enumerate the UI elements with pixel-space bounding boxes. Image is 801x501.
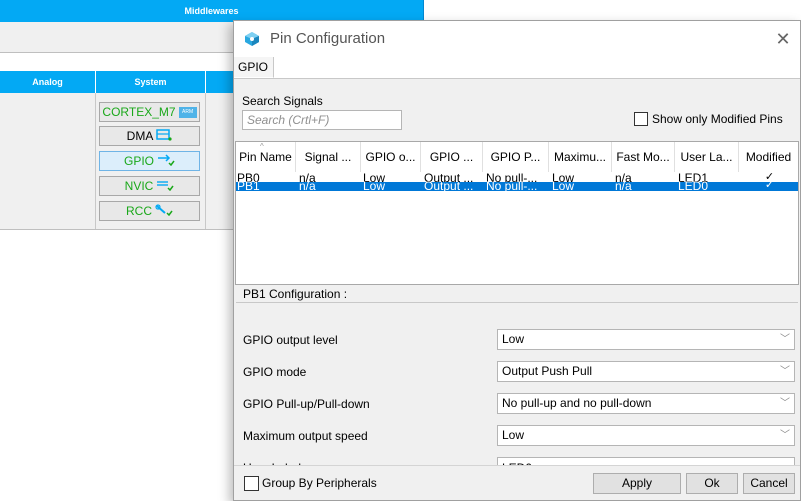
dialog-title-bar[interactable]: Pin Configuration ✕ [234,21,800,57]
column-header-fast-mode[interactable]: Fast Mo... [612,142,675,172]
max-output-speed-select[interactable]: Low ﹀ [497,425,795,446]
category-tab-system[interactable]: System [96,71,206,93]
column-header-pin-name[interactable]: Pin Name [236,142,296,172]
system-item-label: RCC [126,204,152,218]
category-tab-analog[interactable]: Analog [0,71,96,93]
gpio-output-level-label: GPIO output level [243,333,338,347]
max-output-speed-label: Maximum output speed [243,429,368,443]
table-cell: LED0 [678,179,709,191]
gpio-mode-select[interactable]: Output Push Pull ﹀ [497,361,795,382]
max-output-speed-value: Low [502,428,525,442]
gpio-mode-label: GPIO mode [243,365,307,379]
gpio-output-level-select[interactable]: Low ﹀ [497,329,795,350]
config-section-title: PB1 Configuration : [243,287,348,301]
group-by-peripherals-label: Group By Peripherals [262,476,377,490]
table-cell: Output ... [424,179,474,191]
config-divider [236,302,798,303]
table-cell: Low [552,179,575,191]
column-header-max-speed[interactable]: Maximu... [549,142,612,172]
system-item-dma[interactable]: DMA [99,126,200,146]
column-header-modified[interactable]: Modified [739,142,798,172]
nvic-icon [156,179,174,194]
tab-gpio[interactable]: GPIO [234,57,274,78]
table-header: ^ Pin Name Signal ... GPIO o... GPIO ...… [236,142,798,172]
search-signals-label: Search Signals [242,94,323,108]
table-cell: n/a [299,179,316,191]
system-item-label: DMA [126,129,154,143]
system-item-label: GPIO [123,154,154,168]
search-input[interactable] [242,110,402,130]
system-item-label: CORTEX_M7 [102,105,176,119]
system-item-label: NVIC [124,179,154,193]
rcc-icon [155,203,173,219]
chevron-down-icon: ﹀ [780,430,790,441]
dialog-button-bar: Group By Peripherals Apply Ok Cancel [234,465,800,500]
system-item-gpio[interactable]: GPIO [99,151,200,171]
category-tab-next[interactable] [206,71,235,93]
panel-divider [95,93,96,229]
panel-divider [205,93,206,229]
pin-configuration-dialog: Pin Configuration ✕ GPIO Search Signals … [233,20,801,501]
table-cell: n/a [615,179,632,191]
gpio-pull-label: GPIO Pull-up/Pull-down [243,397,370,411]
chevron-down-icon: ﹀ [780,366,790,377]
column-header-user-label[interactable]: User La... [675,142,739,172]
modified-check-icon: ✓ [764,179,775,191]
chevron-down-icon: ﹀ [780,334,790,345]
dialog-content: Search Signals Show only Modified Pins ^… [234,79,800,478]
gpio-pull-value: No pull-up and no pull-down [502,396,652,410]
column-header-signal[interactable]: Signal ... [296,142,361,172]
system-item-nvic[interactable]: NVIC [99,176,200,196]
apply-button[interactable]: Apply [593,473,681,494]
show-modified-label: Show only Modified Pins [652,112,783,126]
table-cell: Low [363,179,386,191]
chevron-down-icon: ﹀ [780,398,790,409]
dialog-title: Pin Configuration [270,30,386,47]
ok-button[interactable]: Ok [686,473,738,494]
column-header-gpio-pull[interactable]: GPIO P... [483,142,549,172]
gpio-icon [157,153,175,169]
group-by-peripherals-checkbox[interactable] [244,476,259,491]
cube-icon [244,31,260,47]
system-item-rcc[interactable]: RCC [99,201,200,221]
dma-icon [156,128,172,144]
gpio-pull-select[interactable]: No pull-up and no pull-down ﹀ [497,393,795,414]
table-cell: No pull-... [486,179,538,191]
column-header-gpio-mode[interactable]: GPIO ... [421,142,483,172]
cancel-button[interactable]: Cancel [743,473,795,494]
show-modified-checkbox[interactable] [634,112,648,126]
table-cell: PB1 [237,179,260,191]
close-icon[interactable]: ✕ [772,28,794,50]
arm-icon: ARM [178,106,197,118]
system-item-cortex-m7[interactable]: CORTEX_M7 ARM [99,102,200,122]
pin-table: ^ Pin Name Signal ... GPIO o... GPIO ...… [235,141,799,285]
middlewares-header[interactable]: Middlewares [0,0,424,22]
gpio-output-level-value: Low [502,332,525,346]
column-header-gpio-output[interactable]: GPIO o... [361,142,421,172]
table-row-pb1[interactable]: PB1 n/a Low Output ... No pull-... Low n/a LED0… [236,179,798,191]
gpio-mode-value: Output Push Pull [502,364,593,378]
